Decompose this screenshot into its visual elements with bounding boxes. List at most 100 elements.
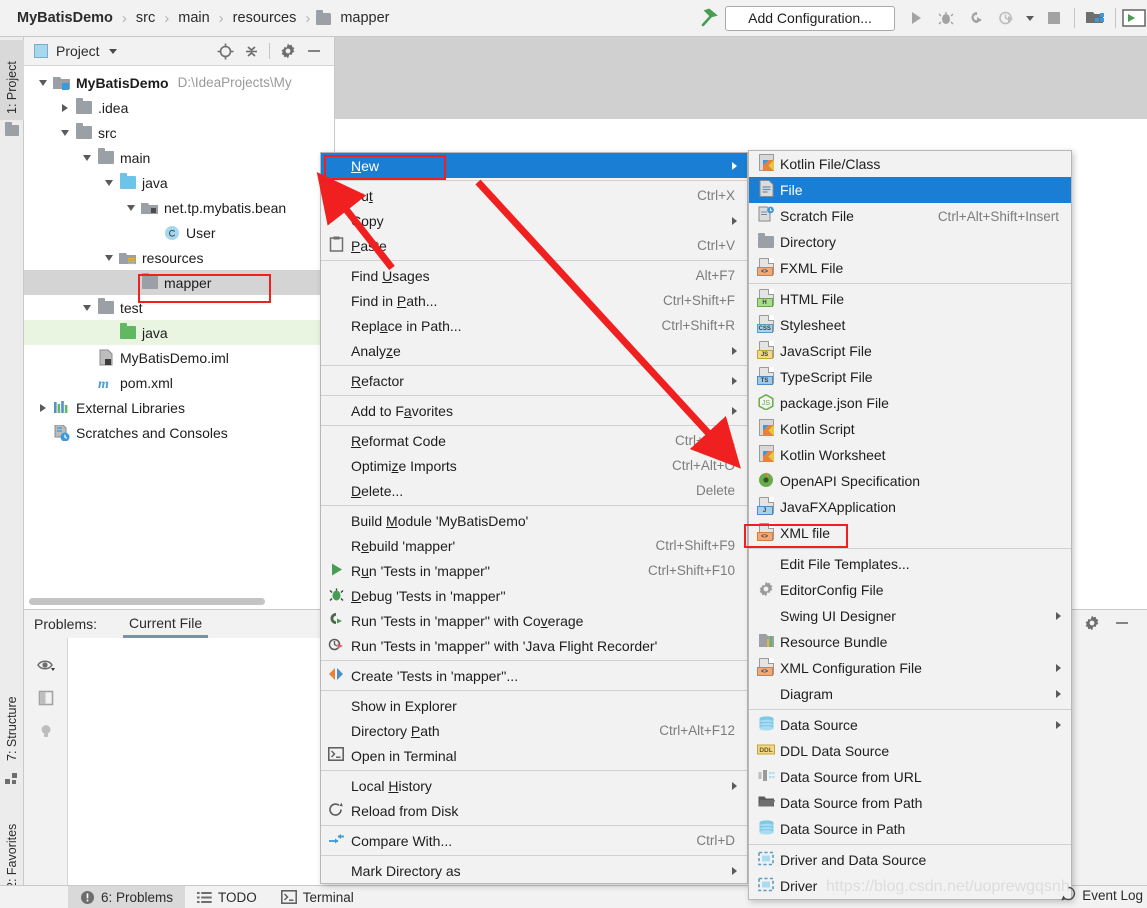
menu-item-compare-with[interactable]: Compare With... Ctrl+D <box>321 828 747 853</box>
submenu-item-javafxapplication[interactable]: J JavaFXApplication <box>749 494 1071 520</box>
tree-node-java[interactable]: java <box>24 170 334 195</box>
chevron-down-icon[interactable] <box>34 70 52 95</box>
submenu-item-kotlin-worksheet[interactable]: Kotlin Worksheet <box>749 442 1071 468</box>
submenu-item-editorconfig-file[interactable]: EditorConfig File <box>749 577 1071 603</box>
profiler-icon[interactable] <box>991 4 1021 32</box>
submenu-item-scratch-file[interactable]: Scratch File Ctrl+Alt+Shift+Insert <box>749 203 1071 229</box>
submenu-item-data-source-from-path[interactable]: Data Source from Path <box>749 790 1071 816</box>
tree-node-mybatisdemo[interactable]: MyBatisDemo D:\IdeaProjects\My <box>24 70 334 95</box>
chevron-down-icon[interactable] <box>100 170 118 195</box>
menu-item-create-tests-in-mapper[interactable]: Create 'Tests in 'mapper''... <box>321 663 747 688</box>
lightbulb-icon[interactable] <box>24 714 67 747</box>
submenu-item-resource-bundle[interactable]: Resource Bundle <box>749 629 1071 655</box>
submenu-item-data-source-in-path[interactable]: Data Source in Path <box>749 816 1071 842</box>
sidebar-tab-project[interactable]: 1: Project <box>0 40 24 120</box>
submenu-item-driver-and-data-source[interactable]: Driver and Data Source <box>749 847 1071 873</box>
locate-icon[interactable] <box>213 40 237 62</box>
sidebar-tab-structure[interactable]: 7: Structure <box>0 677 24 767</box>
menu-item-show-in-explorer[interactable]: Show in Explorer <box>321 693 747 718</box>
tree-node-mapper[interactable]: mapper <box>24 270 334 295</box>
tree-node-java[interactable]: java <box>24 320 334 345</box>
hide-icon[interactable] <box>302 40 326 62</box>
submenu-item-swing-ui-designer[interactable]: Swing UI Designer <box>749 603 1071 629</box>
tree-node-resources[interactable]: resources <box>24 245 334 270</box>
project-structure-icon[interactable] <box>1080 4 1110 32</box>
run-icon[interactable] <box>901 4 931 32</box>
menu-item-refactor[interactable]: Refactor <box>321 368 747 393</box>
eye-icon[interactable] <box>24 648 67 681</box>
menu-item-new[interactable]: New <box>321 153 747 178</box>
tree-node-net.tp.mybatis.bean[interactable]: net.tp.mybatis.bean <box>24 195 334 220</box>
project-tree-hscrollbar[interactable] <box>24 594 335 608</box>
hammer-icon[interactable] <box>695 4 725 32</box>
menu-item-add-to-favorites[interactable]: Add to Favorites <box>321 398 747 423</box>
status-item-terminal[interactable]: Terminal <box>269 886 366 908</box>
tree-node-src[interactable]: src <box>24 120 334 145</box>
chevron-right-icon[interactable] <box>56 95 74 120</box>
sidebar-tab-favorites[interactable]: 2: Favorites <box>0 803 24 895</box>
tree-node-test[interactable]: test <box>24 295 334 320</box>
status-event-log[interactable]: Event Log <box>1061 886 1143 904</box>
menu-item-run-tests-in-mapper-with-java-flight-recorder[interactable]: Run 'Tests in 'mapper'' with 'Java Fligh… <box>321 633 747 658</box>
submenu-item-kotlin-file-class[interactable]: Kotlin File/Class <box>749 151 1071 177</box>
breadcrumb-item-src[interactable]: src <box>133 10 158 26</box>
chevron-down-icon[interactable] <box>100 245 118 270</box>
submenu-item-fxml-file[interactable]: <> FXML File <box>749 255 1071 281</box>
menu-item-debug-tests-in-mapper[interactable]: Debug 'Tests in 'mapper'' <box>321 583 747 608</box>
chevron-down-icon[interactable] <box>1021 4 1039 32</box>
menu-item-replace-in-path[interactable]: Replace in Path... Ctrl+Shift+R <box>321 313 747 338</box>
scrollbar-thumb[interactable] <box>29 598 265 605</box>
status-item-6-problems[interactable]: 6: Problems <box>68 885 186 908</box>
submenu-item-data-source-from-url[interactable]: Data Source from URL <box>749 764 1071 790</box>
submenu-item-xml-configuration-file[interactable]: <> XML Configuration File <box>749 655 1071 681</box>
menu-item-delete[interactable]: Delete... Delete <box>321 478 747 503</box>
menu-item-find-in-path[interactable]: Find in Path... Ctrl+Shift+F <box>321 288 747 313</box>
submenu-item-ddl-data-source[interactable]: DDL DDL Data Source <box>749 738 1071 764</box>
submenu-item-stylesheet[interactable]: CSS Stylesheet <box>749 312 1071 338</box>
submenu-item-openapi-specification[interactable]: OpenAPI Specification <box>749 468 1071 494</box>
debug-icon[interactable] <box>931 4 961 32</box>
menu-item-paste[interactable]: Paste Ctrl+V <box>321 233 747 258</box>
tree-node-user[interactable]: C User <box>24 220 334 245</box>
chevron-down-icon[interactable] <box>122 195 140 220</box>
tree-node-.idea[interactable]: .idea <box>24 95 334 120</box>
menu-item-rebuild-mapper[interactable]: Rebuild 'mapper' Ctrl+Shift+F9 <box>321 533 747 558</box>
chevron-right-icon[interactable] <box>34 395 52 420</box>
split-view-icon[interactable] <box>24 681 67 714</box>
tree-node-main[interactable]: main <box>24 145 334 170</box>
collapse-all-icon[interactable] <box>239 40 263 62</box>
gear-icon[interactable] <box>1084 615 1100 634</box>
menu-item-directory-path[interactable]: Directory Path Ctrl+Alt+F12 <box>321 718 747 743</box>
breadcrumb-item-mapper[interactable]: mapper <box>316 10 392 26</box>
hide-icon[interactable] <box>1114 615 1130 634</box>
terminal-run-icon[interactable] <box>1121 4 1147 32</box>
status-item-todo[interactable]: TODO <box>185 886 269 908</box>
menu-item-local-history[interactable]: Local History <box>321 773 747 798</box>
new-submenu[interactable]: Kotlin File/Class File Scratch File Ctrl+Al… <box>748 150 1072 900</box>
submenu-item-xml-file[interactable]: <> XML file <box>749 520 1071 546</box>
breadcrumb-item-resources[interactable]: resources <box>230 10 300 26</box>
submenu-item-edit-file-templates[interactable]: Edit File Templates... <box>749 551 1071 577</box>
menu-item-find-usages[interactable]: Find Usages Alt+F7 <box>321 263 747 288</box>
menu-item-analyze[interactable]: Analyze <box>321 338 747 363</box>
menu-item-run-tests-in-mapper[interactable]: Run 'Tests in 'mapper'' Ctrl+Shift+F10 <box>321 558 747 583</box>
submenu-item-typescript-file[interactable]: TS TypeScript File <box>749 364 1071 390</box>
submenu-item-html-file[interactable]: H HTML File <box>749 286 1071 312</box>
submenu-item-package-json-file[interactable]: JS package.json File <box>749 390 1071 416</box>
chevron-down-icon[interactable] <box>78 295 96 320</box>
breadcrumb-item-main[interactable]: main <box>175 10 212 26</box>
add-configuration-button[interactable]: Add Configuration... <box>725 5 895 31</box>
menu-item-cut[interactable]: Cut Ctrl+X <box>321 183 747 208</box>
submenu-item-kotlin-script[interactable]: Kotlin Script <box>749 416 1071 442</box>
menu-item-build-module-mybatisdemo[interactable]: Build Module 'MyBatisDemo' <box>321 508 747 533</box>
menu-item-mark-directory-as[interactable]: Mark Directory as <box>321 858 747 883</box>
submenu-item-directory[interactable]: Directory <box>749 229 1071 255</box>
menu-item-reload-from-disk[interactable]: Reload from Disk <box>321 798 747 823</box>
tree-node-mybatisdemo.iml[interactable]: MyBatisDemo.iml <box>24 345 334 370</box>
gear-icon[interactable] <box>276 40 300 62</box>
menu-item-open-in-terminal[interactable]: Open in Terminal <box>321 743 747 768</box>
submenu-item-javascript-file[interactable]: JS JavaScript File <box>749 338 1071 364</box>
context-menu[interactable]: New Cut Ctrl+X Copy Paste Ctrl+V Find Usages Al… <box>320 152 748 884</box>
submenu-item-file[interactable]: File <box>749 177 1071 203</box>
submenu-item-data-source[interactable]: Data Source <box>749 712 1071 738</box>
